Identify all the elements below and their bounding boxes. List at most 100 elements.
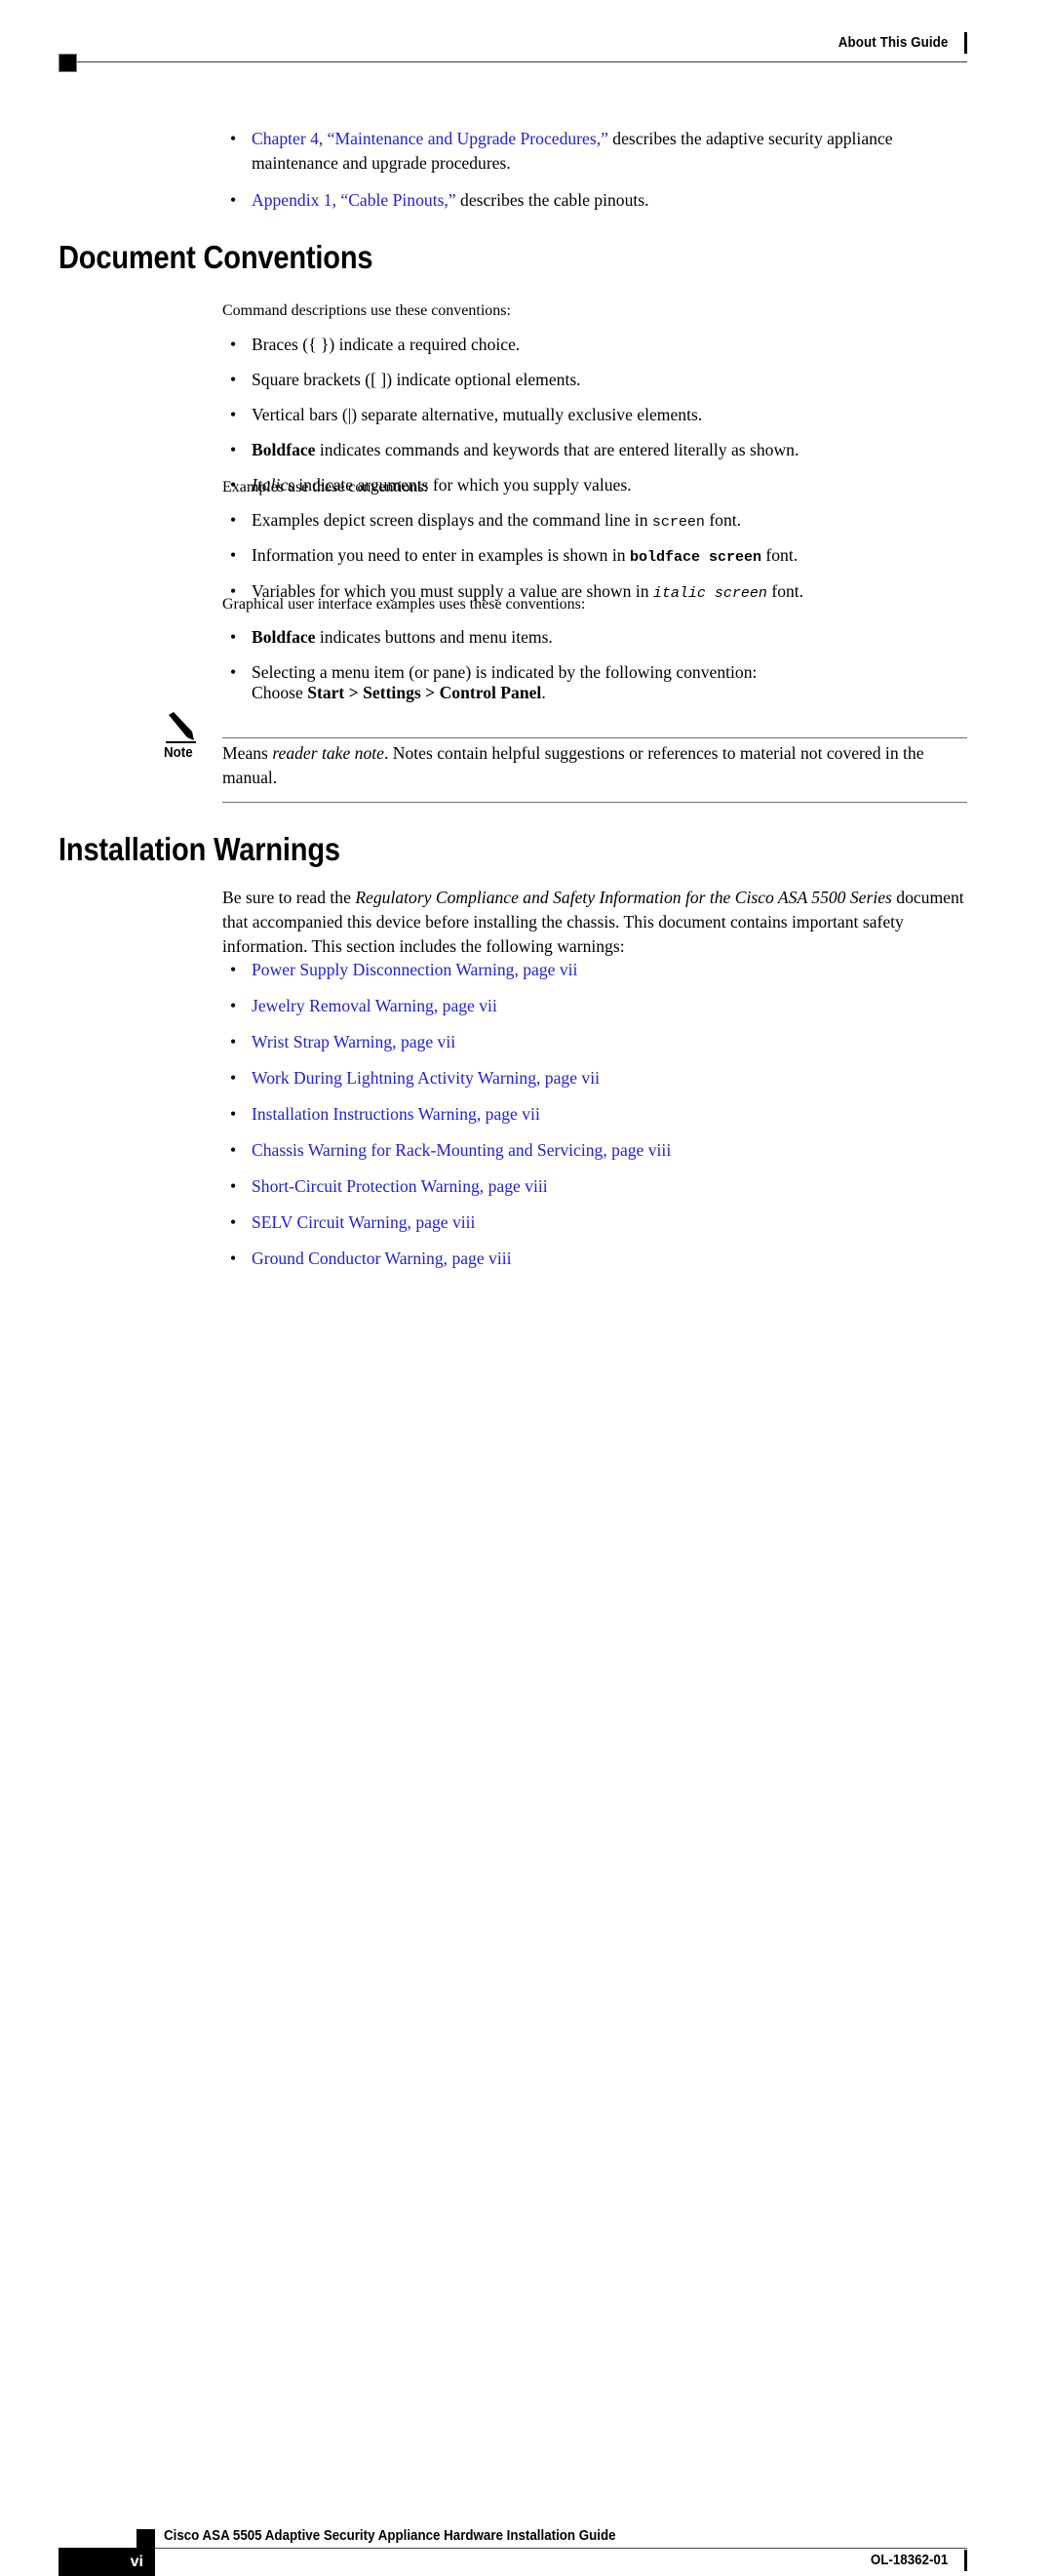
note-label: Note [164, 745, 193, 761]
installation-warnings-paragraph: Be sure to read the Regulatory Complianc… [222, 886, 967, 959]
menu-example-suffix: . [541, 683, 546, 702]
list-item: • Braces ({ }) indicate a required choice… [222, 333, 967, 357]
warning-links: • Power Supply Disconnection Warning, pag… [222, 958, 967, 1271]
list-item[interactable]: • Work During Lightning Activity Warning,… [222, 1066, 967, 1090]
boldface-screen-font-sample: boldface screen [629, 549, 761, 567]
bullet-glyph: • [230, 661, 237, 682]
bullet-glyph: • [230, 129, 237, 148]
header-rule [76, 61, 967, 62]
examples-conventions-list: • Examples depict screen displays and the… [222, 508, 967, 604]
bullet-glyph: • [230, 1067, 237, 1088]
bullet-glyph: • [230, 1211, 237, 1232]
bullet-glyph: • [230, 404, 237, 424]
bullet-lead-boldface: Boldface [252, 439, 316, 459]
list-item[interactable]: • Chapter 4, “Maintenance and Upgrade Pro… [222, 127, 967, 176]
footer-rule [136, 2548, 967, 2549]
paragraph-before-italic: Be sure to read the [222, 888, 356, 907]
screen-font-sample: screen [651, 514, 705, 531]
gui-conventions-intro: Graphical user interface examples uses t… [222, 596, 586, 613]
bullet-text: Braces ({ }) indicate a required choice. [252, 335, 521, 354]
warning-link[interactable]: Chassis Warning for Rack-Mounting and Se… [252, 1140, 671, 1160]
bullet-text-after: font. [761, 545, 799, 566]
list-item[interactable]: • Chassis Warning for Rack-Mounting and S… [222, 1138, 967, 1163]
list-item[interactable]: • Power Supply Disconnection Warning, pag… [222, 958, 967, 982]
page-number: vi [130, 2554, 143, 2570]
examples-intro: Examples use these conventions: [222, 479, 429, 495]
page-title-document-conventions: Document Conventions [58, 239, 373, 275]
header-end-bar [964, 32, 967, 54]
note-emphasis: reader take note [272, 743, 384, 763]
menu-path: Start > Settings > Control Panel [307, 683, 542, 702]
appendix-link[interactable]: Appendix 1, “Cable Pinouts,” [252, 190, 456, 210]
page-title-installation-warnings: Installation Warnings [58, 831, 340, 867]
warning-link[interactable]: Wrist Strap Warning, page vii [252, 1032, 455, 1051]
bullet-text-after: font. [704, 510, 742, 530]
document-id: OL-18362-01 [870, 2553, 948, 2568]
bullet-text: Vertical bars (|) separate alternative, … [252, 404, 703, 424]
bullet-glyph: • [230, 1031, 237, 1051]
pencil-icon [164, 712, 203, 743]
warning-links-list: • Power Supply Disconnection Warning, pag… [222, 958, 967, 1271]
bullet-glyph: • [230, 189, 237, 210]
list-item: • Square brackets ([ ]) indicate optional… [222, 368, 967, 392]
list-item[interactable]: • Wrist Strap Warning, page vii [222, 1030, 967, 1054]
list-item[interactable]: • Jewelry Removal Warning, page vii [222, 994, 967, 1018]
command-conventions-list: • Braces ({ }) indicate a required choice… [222, 333, 967, 497]
list-item: • Examples depict screen displays and the… [222, 508, 967, 533]
bullet-glyph: • [230, 439, 237, 459]
bullet-glyph: • [230, 510, 237, 530]
footer-corner-square [136, 2529, 155, 2548]
bullet-glyph: • [230, 1139, 237, 1160]
bullet-text: Selecting a menu item (or pane) is indic… [252, 661, 758, 682]
note-text: Means reader take note. Notes contain he… [222, 741, 967, 790]
list-item[interactable]: • Installation Instructions Warning, page… [222, 1102, 967, 1127]
command-bullets: • Braces ({ }) indicate a required choice… [222, 333, 967, 497]
list-item[interactable]: • SELV Circuit Warning, page viii [222, 1210, 967, 1235]
menu-path-example: Choose Start > Settings > Control Panel. [252, 681, 967, 705]
bullet-text-before: Examples depict screen displays and the … [252, 510, 652, 530]
appendix-description: describes the cable pinouts. [455, 189, 649, 210]
examples-bullets: • Examples depict screen displays and the… [222, 508, 967, 604]
header-corner-square [58, 54, 77, 72]
warning-link[interactable]: Short-Circuit Protection Warning, page v… [252, 1176, 548, 1196]
gui-conventions-list: • Boldface indicates buttons and menu ite… [222, 625, 967, 685]
bullet-text: indicates commands and keywords that are… [315, 439, 800, 459]
bullet-glyph: • [230, 369, 237, 389]
note-rule-bottom [222, 802, 967, 803]
page-footer: Cisco ASA 5505 Adaptive Security Applian… [0, 1255, 1053, 2576]
footer-guide-title: Cisco ASA 5505 Adaptive Security Applian… [164, 2528, 616, 2544]
bullet-lead-boldface: Boldface [252, 627, 316, 647]
warning-link[interactable]: Work During Lightning Activity Warning, … [252, 1068, 600, 1088]
bullet-text: Square brackets ([ ]) indicate optional … [252, 369, 581, 389]
chapter-link[interactable]: Chapter 4, “Maintenance and Upgrade Proc… [252, 129, 608, 148]
bullet-glyph: • [230, 1175, 237, 1196]
list-item: • Information you need to enter in exampl… [222, 543, 967, 568]
page-header: About This Guide [0, 0, 1053, 88]
bullet-glyph: • [230, 545, 237, 566]
bullet-glyph: • [230, 995, 237, 1015]
list-item: • Boldface indicates commands and keyword… [222, 438, 967, 462]
bullet-glyph: • [230, 335, 237, 354]
note-rule-top [222, 737, 967, 738]
warning-link[interactable]: Power Supply Disconnection Warning, page… [252, 960, 577, 979]
gui-bullets: • Boldface indicates buttons and menu ite… [222, 625, 967, 685]
bullet-text-before: Information you need to enter in example… [252, 545, 630, 566]
intro-list: • Chapter 4, “Maintenance and Upgrade Pro… [222, 127, 967, 213]
warning-link[interactable]: SELV Circuit Warning, page viii [252, 1212, 475, 1232]
command-conventions-intro: Command descriptions use these conventio… [222, 302, 511, 319]
running-head: About This Guide [838, 35, 948, 51]
list-item[interactable]: • Appendix 1, “Cable Pinouts,” describes … [222, 188, 967, 213]
regulatory-document-title: Regulatory Compliance and Safety Informa… [355, 888, 892, 907]
list-item[interactable]: • Short-Circuit Protection Warning, page … [222, 1174, 967, 1199]
bullet-glyph: • [230, 1103, 237, 1124]
warning-link[interactable]: Installation Instructions Warning, page … [252, 1104, 540, 1124]
list-item: • Boldface indicates buttons and menu ite… [222, 625, 967, 650]
bullet-text: indicates buttons and menu items. [315, 627, 553, 647]
intro-chapter-list: • Chapter 4, “Maintenance and Upgrade Pro… [222, 127, 967, 213]
bullet-glyph: • [230, 960, 237, 979]
footer-end-bar [964, 2550, 967, 2571]
bullet-glyph: • [230, 627, 237, 647]
list-item: • Vertical bars (|) separate alternative,… [222, 403, 967, 427]
warning-link[interactable]: Jewelry Removal Warning, page vii [252, 996, 497, 1015]
note-text-before: Means [222, 743, 273, 763]
